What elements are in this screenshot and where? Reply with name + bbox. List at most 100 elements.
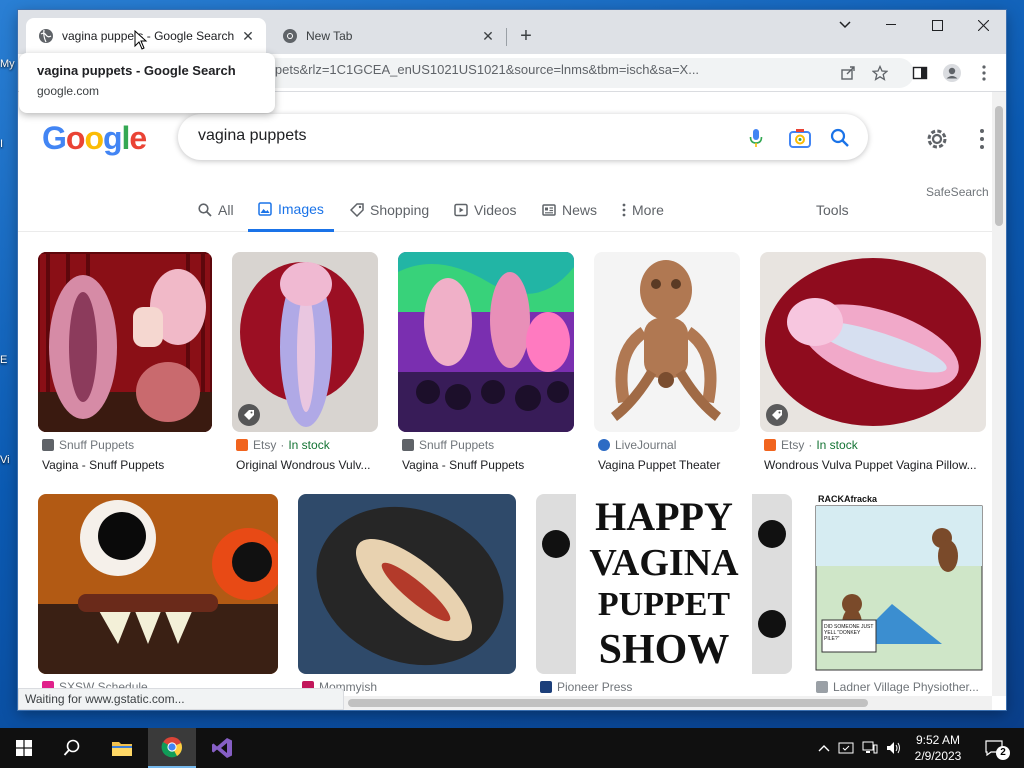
menu-kebab-icon[interactable] bbox=[972, 61, 996, 85]
result-title[interactable]: Original Wondrous Vulv... bbox=[236, 458, 378, 472]
image-result[interactable]: LiveJournal Vagina Puppet Theater bbox=[594, 252, 740, 482]
close-tab-icon[interactable]: ✕ bbox=[238, 26, 258, 46]
volume-icon[interactable] bbox=[886, 740, 902, 756]
desktop-icon-label-2[interactable]: I bbox=[0, 138, 20, 150]
tab-search-chevron-icon[interactable] bbox=[822, 10, 868, 40]
tab-all[interactable]: All bbox=[198, 188, 234, 232]
site-favicon bbox=[764, 439, 776, 451]
tab-hover-card: vagina puppets - Google Search google.co… bbox=[19, 53, 275, 113]
result-title[interactable]: Vagina - Snuff Puppets bbox=[402, 458, 574, 472]
more-vert-icon bbox=[622, 203, 626, 217]
result-thumbnail[interactable] bbox=[594, 252, 740, 432]
camera-lens-icon[interactable] bbox=[788, 126, 812, 150]
scrollbar-thumb[interactable] bbox=[995, 106, 1003, 226]
result-source: LiveJournal bbox=[598, 438, 676, 452]
desktop-icon-label-4[interactable]: Vi bbox=[0, 454, 20, 466]
desktop-icon-label-3[interactable]: E bbox=[0, 354, 20, 366]
visual-studio-button[interactable] bbox=[198, 728, 246, 768]
result-thumbnail[interactable] bbox=[232, 252, 378, 432]
file-explorer-button[interactable] bbox=[98, 728, 146, 768]
result-title[interactable]: Vagina - Snuff Puppets bbox=[42, 458, 212, 472]
image-result[interactable]: HAPPY VAGINA PUPPET SHOW Pioneer Press bbox=[536, 494, 792, 704]
share-icon[interactable] bbox=[836, 61, 860, 85]
chrome-taskbar-button[interactable] bbox=[148, 728, 196, 768]
system-clock[interactable]: 9:52 AM 2/9/2023 bbox=[908, 732, 968, 764]
url-text[interactable]: h?q=vagina+puppets&rlz=1C1GCEA_enUS1021U… bbox=[178, 62, 828, 77]
image-result[interactable]: Mommyish bbox=[298, 494, 516, 704]
clock-time: 9:52 AM bbox=[915, 733, 961, 747]
result-thumbnail[interactable] bbox=[760, 252, 986, 432]
result-thumbnail[interactable]: HAPPY VAGINA PUPPET SHOW bbox=[536, 494, 792, 674]
result-source: Snuff Puppets bbox=[402, 438, 494, 452]
close-tab-icon[interactable]: ✕ bbox=[478, 26, 498, 46]
image-result[interactable]: SXSW Schedule bbox=[38, 494, 278, 704]
network-icon[interactable] bbox=[862, 740, 878, 756]
result-source: Ladner Village Physiother... bbox=[816, 680, 979, 694]
search-query[interactable]: vagina puppets bbox=[198, 127, 307, 145]
result-title[interactable]: Vagina Puppet Theater bbox=[598, 458, 740, 472]
side-panel-icon[interactable] bbox=[908, 61, 932, 85]
site-favicon bbox=[540, 681, 552, 693]
tools-button[interactable]: Tools bbox=[816, 202, 849, 218]
settings-gear-icon[interactable] bbox=[924, 126, 950, 152]
google-logo[interactable]: Google bbox=[42, 120, 147, 157]
search-taskbar-button[interactable] bbox=[48, 728, 96, 768]
tab-images[interactable]: Images bbox=[248, 188, 334, 232]
tab-news[interactable]: News bbox=[542, 188, 597, 232]
image-result[interactable]: Snuff Puppets Vagina - Snuff Puppets bbox=[38, 252, 212, 482]
image-result[interactable]: RACKAfracka DID SOMEONE JUST YELL "DONKE… bbox=[812, 494, 986, 704]
scrollbar-thumb[interactable] bbox=[348, 699, 868, 707]
image-icon bbox=[258, 201, 272, 216]
poster-text: HAPPY VAGINA PUPPET SHOW bbox=[589, 494, 739, 673]
search-box[interactable]: vagina puppets bbox=[178, 114, 868, 160]
chrome-window: vagina puppets - Google Search ✕ New Tab… bbox=[18, 10, 1006, 710]
site-favicon bbox=[598, 439, 610, 451]
safesearch-button[interactable]: SafeSearch bbox=[926, 185, 989, 199]
clock-date: 2/9/2023 bbox=[914, 749, 962, 763]
search-icon[interactable] bbox=[828, 126, 852, 150]
desktop-icon-label-1[interactable]: My bbox=[0, 58, 20, 70]
taskbar: 9:52 AM 2/9/2023 2 bbox=[0, 728, 1024, 768]
result-source: Etsy · In stock bbox=[236, 438, 330, 452]
result-source: Pioneer Press bbox=[540, 680, 632, 694]
microphone-icon[interactable] bbox=[744, 126, 768, 150]
tab-label: News bbox=[562, 202, 598, 218]
result-thumbnail[interactable]: RACKAfracka DID SOMEONE JUST YELL "DONKE… bbox=[812, 494, 986, 674]
tab-label: Videos bbox=[474, 202, 517, 218]
result-thumbnail[interactable] bbox=[38, 494, 278, 674]
result-title[interactable]: Wondrous Vulva Puppet Vagina Pillow... bbox=[764, 458, 986, 472]
mouse-cursor-icon bbox=[134, 30, 148, 50]
minimize-button[interactable] bbox=[868, 10, 914, 40]
bookmark-star-icon[interactable] bbox=[868, 61, 892, 85]
tab-shopping[interactable]: Shopping bbox=[350, 188, 429, 232]
tab-new-tab[interactable]: New Tab ✕ bbox=[270, 18, 506, 54]
tray-overflow-chevron-icon[interactable] bbox=[816, 740, 832, 756]
windows-logo-icon bbox=[16, 740, 32, 756]
tab-label: Images bbox=[278, 200, 324, 217]
new-tab-button[interactable]: + bbox=[514, 24, 538, 48]
tag-icon bbox=[350, 203, 364, 217]
tab-label: Shopping bbox=[370, 202, 430, 218]
tab-more[interactable]: More bbox=[622, 188, 664, 232]
start-button[interactable] bbox=[0, 728, 48, 768]
vertical-scrollbar[interactable] bbox=[992, 92, 1006, 696]
maximize-button[interactable] bbox=[914, 10, 960, 40]
result-thumbnail[interactable] bbox=[298, 494, 516, 674]
search-icon bbox=[198, 203, 212, 217]
chrome-icon bbox=[161, 737, 182, 758]
result-source: Etsy · In stock bbox=[764, 438, 858, 452]
image-result[interactable]: Etsy · In stock Wondrous Vulva Puppet Vagi… bbox=[760, 252, 986, 482]
result-source: Snuff Puppets bbox=[42, 438, 134, 452]
site-favicon bbox=[402, 439, 414, 451]
folder-icon bbox=[112, 742, 132, 756]
result-thumbnail[interactable] bbox=[38, 252, 212, 432]
google-apps-icon[interactable] bbox=[976, 128, 992, 150]
site-favicon bbox=[236, 439, 248, 451]
image-result[interactable]: Snuff Puppets Vagina - Snuff Puppets bbox=[398, 252, 574, 482]
close-window-button[interactable] bbox=[960, 10, 1006, 40]
tab-videos[interactable]: Videos bbox=[454, 188, 517, 232]
profile-avatar-icon[interactable] bbox=[940, 61, 964, 85]
result-thumbnail[interactable] bbox=[398, 252, 574, 432]
security-center-icon[interactable] bbox=[838, 740, 854, 756]
image-result[interactable]: Etsy · In stock Original Wondrous Vulv... bbox=[232, 252, 378, 482]
